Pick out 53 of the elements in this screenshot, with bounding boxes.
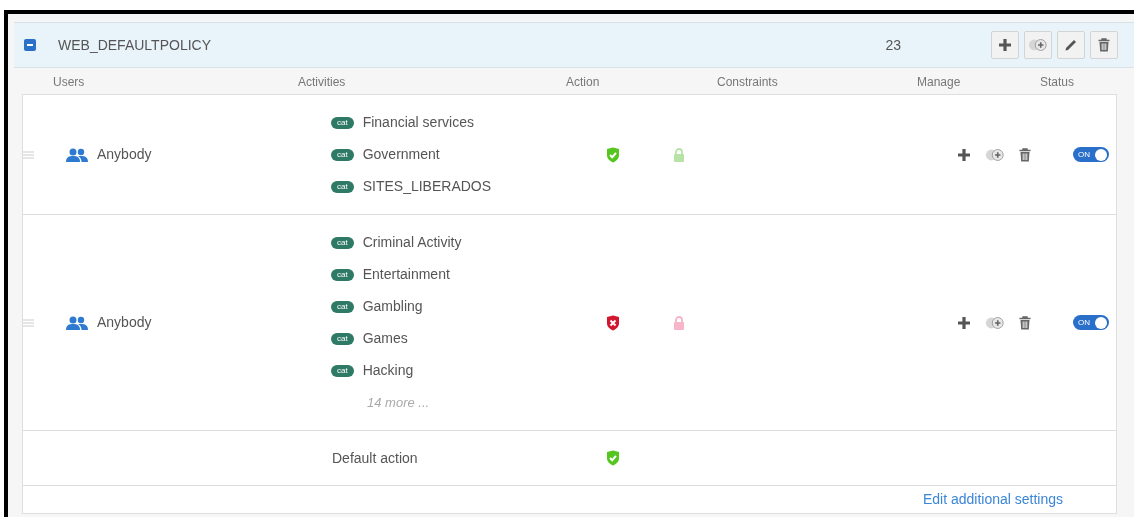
activity-name: Entertainment <box>362 265 450 284</box>
category-tag: cat <box>331 180 354 193</box>
pencil-icon <box>1064 38 1078 52</box>
column-header: Status <box>1040 75 1075 89</box>
category-tag: cat <box>331 268 354 281</box>
activity-name: Financial services <box>362 113 474 132</box>
edit-button[interactable] <box>1057 31 1085 59</box>
delete-button[interactable] <box>1019 315 1031 330</box>
clone-button[interactable] <box>985 316 1005 329</box>
policy-count: 23 <box>885 35 901 55</box>
users-icon <box>66 147 88 162</box>
category-tag: cat <box>331 332 354 345</box>
category-tag: cat <box>331 300 354 313</box>
edit-settings-link[interactable]: Edit additional settings <box>922 489 1063 510</box>
category-tag: cat <box>331 148 354 161</box>
add-button[interactable] <box>957 315 971 330</box>
activity-name: Games <box>362 329 408 348</box>
column-header: Activities <box>298 75 346 89</box>
collapse-button[interactable] <box>24 39 36 51</box>
clone-icon <box>985 148 1005 161</box>
user-name: Anybody <box>97 145 152 164</box>
activity-name: Hacking <box>362 361 414 380</box>
plus-icon <box>957 315 971 330</box>
activity-name: Criminal Activity <box>362 233 462 252</box>
trash-icon <box>1098 38 1110 52</box>
activity-name: SITES_LIBERADOS <box>362 177 492 196</box>
user-name: Anybody <box>97 313 152 332</box>
users-icon <box>66 315 88 330</box>
column-header: Constraints <box>717 75 778 89</box>
clone-button[interactable] <box>985 148 1005 161</box>
trash-icon <box>1019 315 1031 330</box>
category-tag: cat <box>331 116 354 129</box>
category-tag: cat <box>331 364 354 377</box>
delete-button[interactable] <box>1090 31 1118 59</box>
category-tag: cat <box>331 236 354 249</box>
status-toggle[interactable]: ON <box>1073 315 1109 330</box>
column-header: Users <box>53 75 85 89</box>
clone-icon <box>985 316 1005 329</box>
add-button[interactable] <box>957 147 971 162</box>
status-toggle[interactable]: ON <box>1073 147 1109 162</box>
plus-icon <box>957 147 971 162</box>
plus-icon <box>998 38 1012 52</box>
drag-handle-icon[interactable] <box>23 318 34 327</box>
default-action-label: Default action <box>332 448 419 468</box>
activity-name: Gambling <box>362 297 423 316</box>
activity-name: Government <box>362 145 440 164</box>
column-header: Action <box>566 75 600 89</box>
clone-icon <box>1028 39 1048 51</box>
trash-icon <box>1019 147 1031 162</box>
delete-button[interactable] <box>1019 147 1031 162</box>
policy-name: WEB_DEFAULTPOLICY <box>58 35 212 55</box>
drag-handle-icon[interactable] <box>23 150 34 159</box>
column-header: Manage <box>917 75 961 89</box>
